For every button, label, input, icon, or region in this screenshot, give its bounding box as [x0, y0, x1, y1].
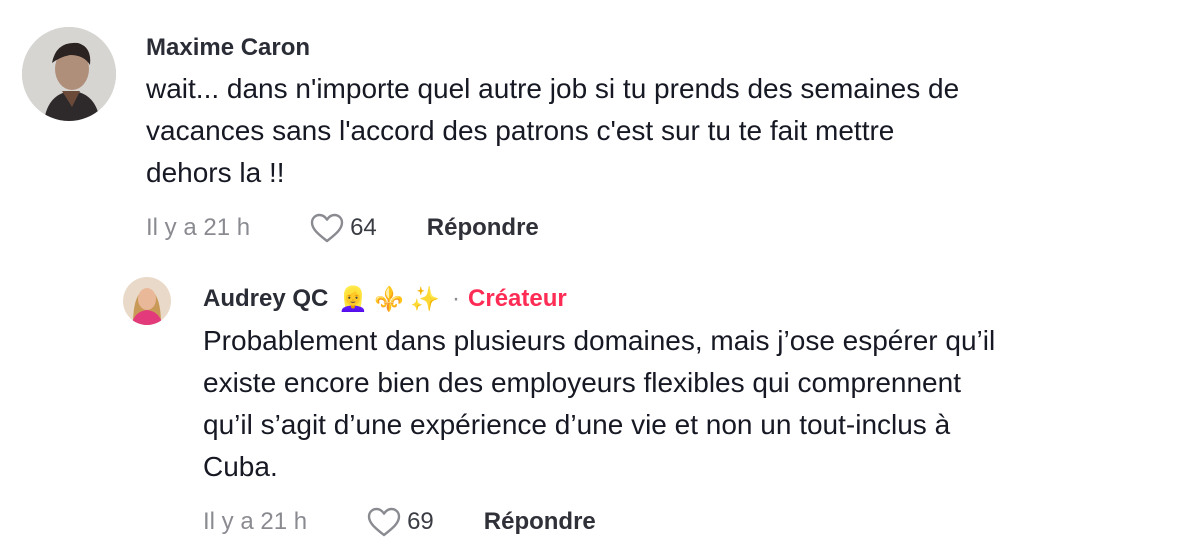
like-button[interactable]: 64 — [310, 213, 377, 243]
reply-meta: Il y a 21 h 69 Répondre — [203, 507, 596, 537]
creator-badge: Créateur — [468, 285, 567, 312]
reply-button[interactable]: Répondre — [484, 508, 596, 536]
fleur-de-lis-emoji: ⚜️ — [374, 285, 405, 313]
comment-line: vacances sans l'accord des patrons c'est… — [146, 115, 895, 146]
like-count: 64 — [350, 214, 377, 241]
comment-author[interactable]: Maxime Caron — [146, 34, 310, 62]
reply-header: Audrey QC 👱‍♀️ ⚜️ ✨ · Créateur — [203, 284, 567, 314]
blonde-woman-emoji: 👱‍♀️ — [338, 285, 369, 313]
reply-line: Cuba. — [203, 451, 278, 482]
reply-line: qu’il s’agit d’une expérience d’une vie … — [203, 409, 951, 440]
comment-line: wait... dans n'importe quel autre job si… — [146, 73, 960, 104]
reply-button[interactable]: Répondre — [427, 214, 539, 242]
comment-line: dehors la !! — [146, 157, 285, 188]
reply-timestamp: Il y a 21 h — [203, 508, 308, 535]
comment-meta: Il y a 21 h 64 Répondre — [146, 213, 539, 243]
comment-timestamp: Il y a 21 h — [146, 214, 251, 241]
comment-text: wait... dans n'importe quel autre job si… — [146, 68, 1146, 194]
like-count: 69 — [407, 508, 434, 535]
heart-outline-icon[interactable] — [367, 507, 401, 537]
sparkles-emoji: ✨ — [410, 285, 441, 313]
avatar[interactable] — [22, 27, 116, 121]
reply-line: existe encore bien des employeurs flexib… — [203, 367, 961, 398]
like-button[interactable]: 69 — [367, 507, 434, 537]
reply-line: Probablement dans plusieurs domaines, ma… — [203, 325, 996, 356]
creator-avatar[interactable] — [123, 277, 171, 325]
separator-dot: · — [452, 285, 461, 312]
reply-text: Probablement dans plusieurs domaines, ma… — [203, 320, 1163, 488]
reply-author[interactable]: Audrey QC — [203, 285, 328, 313]
heart-outline-icon[interactable] — [310, 213, 344, 243]
